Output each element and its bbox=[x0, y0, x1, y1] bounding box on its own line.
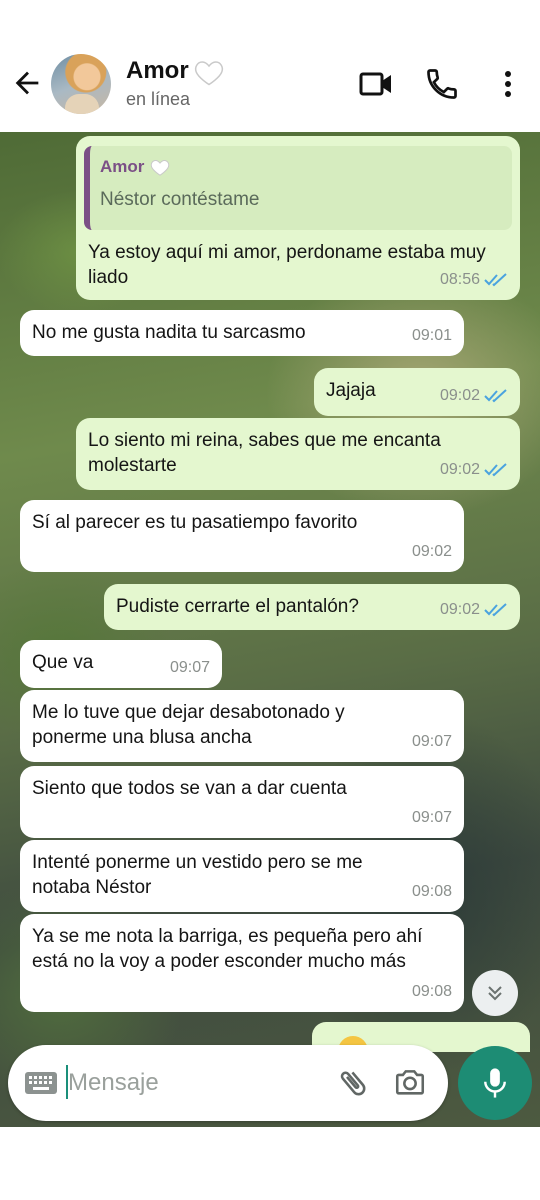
message-time: 09:07 bbox=[411, 809, 452, 826]
message-text: Me lo tuve que dejar desabotonado y pone… bbox=[32, 702, 345, 748]
read-receipt-icon bbox=[484, 602, 507, 616]
message-time: 08:56 bbox=[439, 271, 480, 288]
video-call-icon[interactable] bbox=[358, 66, 394, 102]
message-text: Sí al parecer es tu pasatiempo favorito bbox=[32, 512, 358, 533]
message-bubble-outgoing[interactable]: Pudiste cerrarte el pantalón? 09:02 bbox=[104, 584, 520, 630]
message-text: Ya se me nota la barriga, es pequeña per… bbox=[32, 926, 423, 972]
message-bubble-outgoing[interactable]: Lo siento mi reina, sabes que me encanta… bbox=[76, 418, 520, 490]
message-time: 09:02 bbox=[411, 543, 452, 560]
back-arrow-icon[interactable] bbox=[10, 66, 44, 100]
attachment-icon[interactable] bbox=[336, 1065, 370, 1101]
message-bubble-incoming[interactable]: Sí al parecer es tu pasatiempo favorito … bbox=[20, 500, 464, 572]
read-receipt-icon bbox=[484, 462, 507, 476]
camera-icon[interactable] bbox=[392, 1065, 428, 1099]
message-bubble-incoming[interactable]: No me gusta nadita tu sarcasmo 09:01 bbox=[20, 310, 464, 356]
quoted-author: Amor bbox=[100, 157, 145, 176]
chat-background[interactable]: Amor Néstor contéstame Ya estoy aquí mi … bbox=[0, 132, 540, 1127]
message-bubble-incoming[interactable]: Ya se me nota la barriga, es pequeña per… bbox=[20, 914, 464, 1012]
message-input[interactable] bbox=[68, 1063, 318, 1103]
message-composer bbox=[8, 1045, 448, 1121]
message-bubble-outgoing[interactable]: Jajaja 09:02 bbox=[314, 368, 520, 416]
message-bubble-incoming[interactable]: Que va 09:07 bbox=[20, 640, 222, 688]
message-text: Siento que todos se van a dar cuenta bbox=[32, 778, 347, 799]
read-receipt-icon bbox=[484, 388, 507, 402]
microphone-icon bbox=[484, 1068, 506, 1098]
double-chevron-down-icon bbox=[488, 986, 502, 1001]
message-text: Intenté ponerme un vestido pero se me no… bbox=[32, 852, 363, 898]
chat-header: Amor en línea bbox=[0, 0, 540, 132]
white-heart-icon bbox=[194, 61, 224, 86]
message-text: Que va bbox=[32, 652, 94, 673]
avatar[interactable] bbox=[51, 54, 111, 114]
phone-icon[interactable] bbox=[424, 66, 460, 102]
message-time: 09:07 bbox=[411, 733, 452, 750]
message-time: 09:02 bbox=[439, 601, 480, 618]
quoted-text: Néstor contéstame bbox=[100, 189, 260, 210]
message-time: 09:08 bbox=[411, 883, 452, 900]
keyboard-icon[interactable] bbox=[24, 1069, 58, 1097]
message-text: Lo siento mi reina, sabes que me encanta… bbox=[88, 430, 441, 476]
message-bubble-incoming[interactable]: Intenté ponerme un vestido pero se me no… bbox=[20, 840, 464, 912]
message-text: No me gusta nadita tu sarcasmo bbox=[32, 322, 306, 343]
message-time: 09:02 bbox=[439, 461, 480, 478]
message-text: Ya estoy aquí mi amor, perdoname estaba … bbox=[88, 242, 486, 288]
message-bubble-incoming[interactable]: Me lo tuve que dejar desabotonado y pone… bbox=[20, 690, 464, 762]
contact-name[interactable]: Amor bbox=[126, 57, 189, 85]
message-bubble-incoming[interactable]: Siento que todos se van a dar cuenta 09:… bbox=[20, 766, 464, 838]
white-heart-icon bbox=[151, 159, 170, 176]
message-text: Jajaja bbox=[326, 380, 376, 401]
quoted-message[interactable]: Amor Néstor contéstame bbox=[84, 146, 512, 230]
voice-message-button[interactable] bbox=[458, 1046, 532, 1120]
message-time: 09:08 bbox=[411, 983, 452, 1000]
message-time: 09:07 bbox=[169, 659, 210, 676]
read-receipt-icon bbox=[484, 272, 507, 286]
message-time: 09:02 bbox=[439, 387, 480, 404]
presence-status: en línea bbox=[126, 89, 191, 109]
message-text: Pudiste cerrarte el pantalón? bbox=[116, 596, 359, 617]
message-time: 09:01 bbox=[411, 327, 452, 344]
scroll-to-bottom-button[interactable] bbox=[472, 970, 518, 1016]
more-vert-icon[interactable] bbox=[490, 66, 526, 102]
message-bubble-outgoing[interactable]: Amor Néstor contéstame Ya estoy aquí mi … bbox=[76, 136, 520, 300]
